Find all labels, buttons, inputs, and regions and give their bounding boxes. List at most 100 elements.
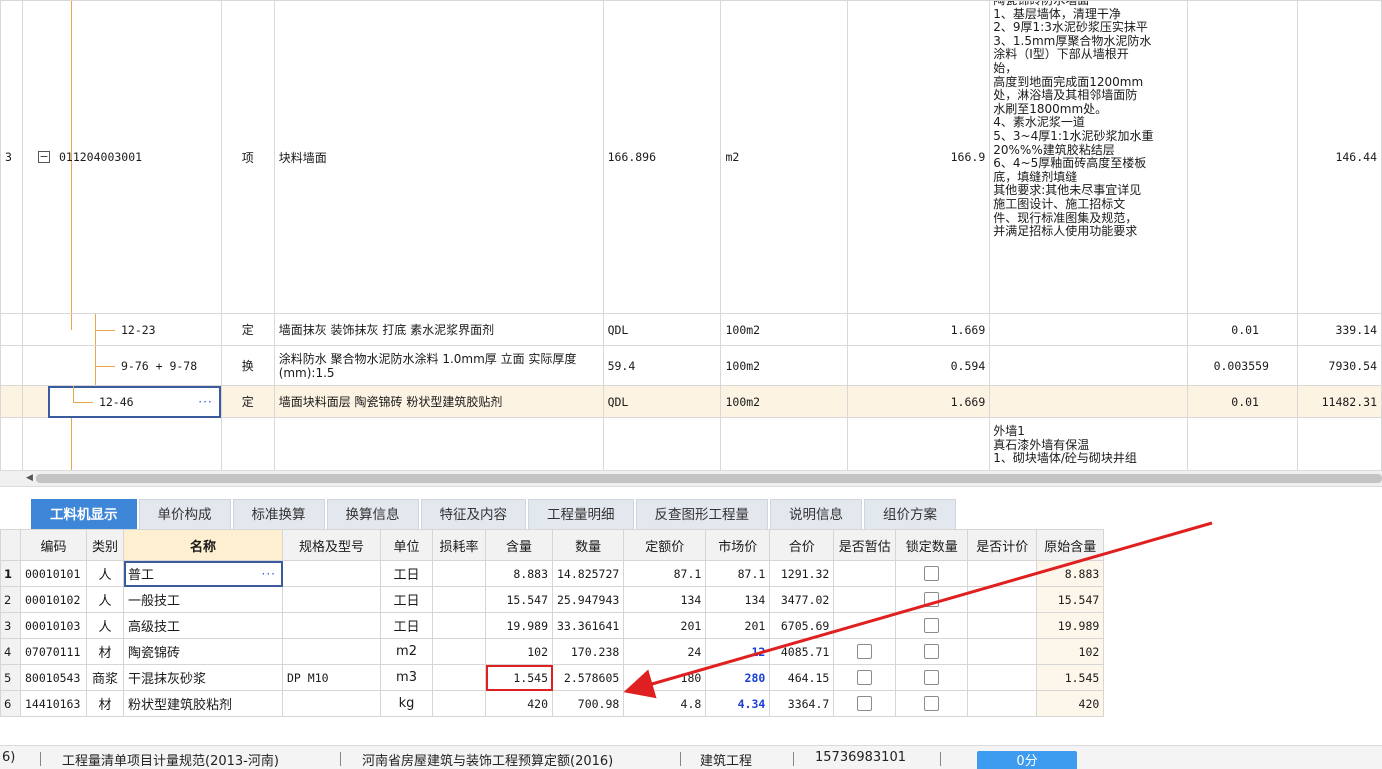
collapse-toggle[interactable]: −	[37, 151, 50, 163]
resource-row[interactable]: 5 80010543 商浆 干混抹灰砂浆 DP M10 m3 1.545 2.578605 18…	[0, 664, 1105, 691]
resource-content[interactable]: 1.545	[485, 664, 553, 691]
resource-row[interactable]: 4 07070111 材陶瓷锦砖 m2 102 170.238 24 12 4085.71 102	[0, 638, 1105, 665]
pricing-cell[interactable]	[967, 612, 1038, 639]
estimate-checkbox-cell[interactable]	[833, 560, 897, 587]
status-category[interactable]: 建筑工程	[700, 750, 752, 769]
col-header[interactable]: 市场价	[705, 529, 771, 561]
resource-content[interactable]: 8.883	[485, 560, 553, 587]
tab-labor-material-machine[interactable]: 工料机显示	[31, 499, 137, 529]
lock-checkbox[interactable]	[924, 696, 940, 711]
scrollbar-thumb[interactable]	[36, 474, 1382, 483]
more-icon[interactable]: ···	[198, 395, 212, 409]
resource-name[interactable]: 粉状型建筑胶粘剂	[123, 690, 283, 717]
resource-row[interactable]: 3 00010103 人高级技工 工日 19.989 33.361641 201 201 670…	[0, 612, 1105, 639]
lock-checkbox[interactable]	[924, 566, 940, 581]
lock-checkbox[interactable]	[924, 618, 940, 633]
bill-row[interactable]: 3 − 011204003001 项 块料墙面 166.896 m2 166.9…	[0, 0, 1382, 314]
status-quota[interactable]: 河南省房屋建筑与装饰工程预算定额(2016)	[362, 750, 613, 769]
col-header[interactable]: 锁定数量	[895, 529, 969, 561]
resource-content[interactable]: 15.547	[485, 586, 553, 613]
resource-name[interactable]: 普工 ···	[123, 560, 283, 587]
pricing-cell[interactable]	[967, 586, 1038, 613]
col-header[interactable]: 含量	[485, 529, 553, 561]
resource-quota-price: 201	[623, 612, 707, 639]
col-header[interactable]: 损耗率	[432, 529, 486, 561]
status-spec[interactable]: 工程量清单项目计量规范(2013-河南)	[62, 750, 279, 769]
resource-content[interactable]: 102	[485, 638, 553, 665]
col-header[interactable]: 是否暂估	[833, 529, 897, 561]
resource-loss	[432, 664, 486, 691]
col-header[interactable]: 合价	[769, 529, 835, 561]
estimate-checkbox-cell[interactable]	[833, 612, 897, 639]
lock-checkbox-cell[interactable]	[895, 612, 969, 639]
resource-name[interactable]: 高级技工	[123, 612, 283, 639]
lock-checkbox[interactable]	[924, 644, 940, 659]
resource-original-content[interactable]: 15.547	[1036, 586, 1105, 613]
lock-checkbox[interactable]	[924, 670, 940, 685]
bill-row[interactable]: 外墙1 真石漆外墙有保温 1、砌块墙体/砼与砌块井组	[0, 417, 1382, 478]
code-cell[interactable]: − 011204003001	[21, 0, 222, 314]
horizontal-scrollbar[interactable]: ◀	[0, 470, 1382, 487]
resource-original-content[interactable]: 19.989	[1036, 612, 1105, 639]
col-header[interactable]: 名称	[123, 529, 283, 561]
quota-row[interactable]: 9-76 + 9-78 换 涂料防水 聚合物水泥防水涂料 1.0mm厚 立面 实…	[0, 345, 1382, 386]
resource-original-content[interactable]: 8.883	[1036, 560, 1105, 587]
tab-quantity-detail[interactable]: 工程量明细	[528, 499, 634, 529]
resource-original-content[interactable]: 420	[1036, 690, 1105, 717]
col-header[interactable]: 定额价	[623, 529, 707, 561]
resource-row[interactable]: 1 00010101 人普工 ··· 工日 8.883 14.825727 87.1 87.1 1…	[0, 560, 1105, 587]
col-header[interactable]: 规格及型号	[282, 529, 381, 561]
tab-pricing-plan[interactable]: 组价方案	[864, 499, 956, 529]
more-icon[interactable]: ···	[262, 567, 276, 581]
tab-unit-price[interactable]: 单价构成	[138, 499, 231, 529]
quota-code-cell[interactable]: 12-23	[21, 313, 222, 346]
resource-name[interactable]: 陶瓷锦砖	[123, 638, 283, 665]
quota-row-selected[interactable]: 12-46 ··· 定 墙面块料面层 陶瓷锦砖 粉状型建筑胶贴剂 QDL 100…	[0, 385, 1382, 418]
lock-checkbox-cell[interactable]	[895, 690, 969, 717]
tab-features[interactable]: 特征及内容	[420, 499, 526, 529]
lock-checkbox-cell[interactable]	[895, 586, 969, 613]
col-header[interactable]: 数量	[551, 529, 625, 561]
resource-spec	[282, 612, 381, 639]
tab-reverse-graphic[interactable]: 反查图形工程量	[635, 499, 768, 529]
scroll-left-icon[interactable]: ◀	[26, 473, 33, 483]
col-header[interactable]: 编码	[20, 529, 87, 561]
resource-content[interactable]: 420	[485, 690, 553, 717]
resource-row[interactable]: 2 00010102 人一般技工 工日 15.547 25.947943 134 134 347…	[0, 586, 1105, 613]
quota-name: 墙面抹灰 装饰抹灰 打底 素水泥浆界面剂	[273, 313, 604, 346]
pricing-cell[interactable]	[967, 664, 1038, 691]
lock-checkbox-cell[interactable]	[895, 664, 969, 691]
quota-code-cell[interactable]: 12-46 ···	[47, 385, 222, 418]
lock-checkbox[interactable]	[924, 592, 940, 607]
estimate-checkbox-cell[interactable]	[833, 664, 897, 691]
col-header[interactable]: 是否计价	[967, 529, 1038, 561]
score-button[interactable]: 0分	[977, 751, 1077, 769]
resource-original-content[interactable]: 1.545	[1036, 664, 1105, 691]
resource-loss	[432, 612, 486, 639]
resource-name[interactable]: 一般技工	[123, 586, 283, 613]
resource-original-content[interactable]: 102	[1036, 638, 1105, 665]
estimate-checkbox[interactable]	[857, 696, 873, 711]
app-window: 3 − 011204003001 项 块料墙面 166.896 m2 166.9…	[0, 0, 1382, 769]
estimate-checkbox-cell[interactable]	[833, 690, 897, 717]
lock-checkbox-cell[interactable]	[895, 638, 969, 665]
estimate-checkbox[interactable]	[857, 670, 873, 685]
col-header[interactable]: 类别	[86, 529, 124, 561]
estimate-checkbox-cell[interactable]	[833, 586, 897, 613]
tab-description[interactable]: 说明信息	[770, 499, 862, 529]
tab-conversion-info[interactable]: 换算信息	[326, 499, 419, 529]
pricing-cell[interactable]	[967, 638, 1038, 665]
quota-code-cell[interactable]: 9-76 + 9-78	[21, 345, 222, 386]
quota-row[interactable]: 12-23 定 墙面抹灰 装饰抹灰 打底 素水泥浆界面剂 QDL 100m2 1…	[0, 313, 1382, 346]
tab-standard-conversion[interactable]: 标准换算	[232, 499, 325, 529]
resource-name[interactable]: 干混抹灰砂浆	[123, 664, 283, 691]
pricing-cell[interactable]	[967, 560, 1038, 587]
col-header[interactable]: 原始含量	[1036, 529, 1105, 561]
col-header[interactable]: 单位	[380, 529, 433, 561]
lock-checkbox-cell[interactable]	[895, 560, 969, 587]
estimate-checkbox-cell[interactable]	[833, 638, 897, 665]
estimate-checkbox[interactable]	[857, 644, 873, 659]
resource-content[interactable]: 19.989	[485, 612, 553, 639]
pricing-cell[interactable]	[967, 690, 1038, 717]
resource-row[interactable]: 6 14410163 材粉状型建筑胶粘剂 kg 420 700.98 4.8 4.34 3364…	[0, 690, 1105, 717]
